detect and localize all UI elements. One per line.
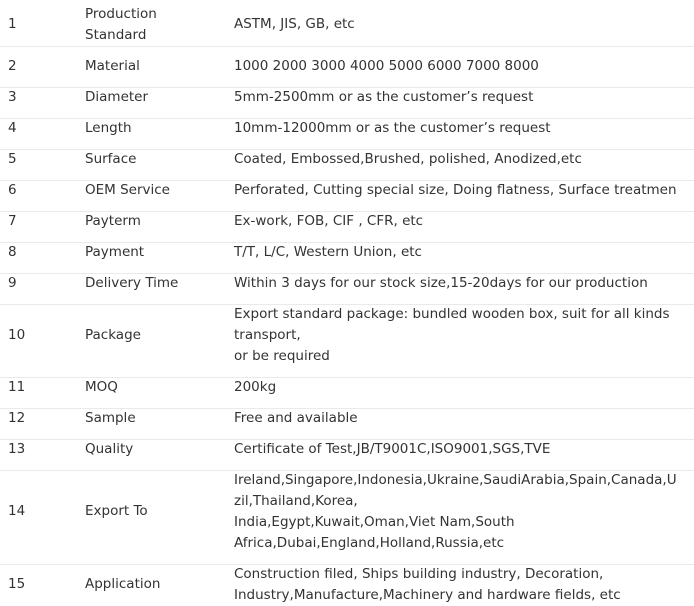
row-label: Material [85,58,140,74]
table-row: 1 Production Standard ASTM, JIS, GB, etc [0,4,694,47]
row-number: 12 [8,410,26,426]
table-row: 13 Quality Certificate of Test,JB/T9001C… [0,439,694,471]
row-value: T/T, L/C, Western Union, etc [234,244,422,260]
table-row: 14 Export To Ireland,Singapore,Indonesia… [0,470,694,565]
table-row: 2 Material 1000 2000 3000 4000 5000 6000… [0,56,694,88]
row-value: Perforated, Cutting special size, Doing … [234,182,677,198]
row-label: Surface [85,151,137,167]
row-label: Application [85,576,161,592]
row-number: 2 [8,58,17,74]
row-number: 8 [8,244,17,260]
table-row: 6 OEM Service Perforated, Cutting specia… [0,180,694,212]
table-row: 11 MOQ 200kg [0,377,694,409]
row-label: Export To [85,503,148,519]
row-value: Construction filed, Ships building indus… [234,566,621,603]
table-row: 4 Length 10mm-12000mm or as the customer… [0,118,694,150]
row-value: Certificate of Test,JB/T9001C,ISO9001,SG… [234,441,551,457]
row-value: 10mm-12000mm or as the customer’s reques… [234,120,551,136]
row-value: Free and available [234,410,358,426]
row-value: Within 3 days for our stock size,15-20da… [234,275,648,291]
row-number: 7 [8,213,17,229]
row-value: ASTM, JIS, GB, etc [234,16,355,32]
row-label: Payterm [85,213,141,229]
row-value: Export standard package: bundled wooden … [234,306,670,364]
row-number: 10 [8,327,26,343]
row-value: 200kg [234,379,277,395]
row-label: Production Standard [85,6,157,43]
table-row: 5 Surface Coated, Embossed,Brushed, poli… [0,149,694,181]
table-row: 10 Package Export standard package: bund… [0,304,694,378]
row-value: 5mm-2500mm or as the customer’s request [234,89,534,105]
row-number: 14 [8,503,26,519]
row-label: Delivery Time [85,275,179,291]
row-label: OEM Service [85,182,170,198]
row-number: 5 [8,151,17,167]
row-value: Ex-work, FOB, CIF , CFR, etc [234,213,424,229]
row-label: Quality [85,441,134,457]
table-row: 8 Payment T/T, L/C, Western Union, etc [0,242,694,274]
row-number: 15 [8,576,26,592]
row-number: 3 [8,89,17,105]
table-row: 9 Delivery Time Within 3 days for our st… [0,273,694,305]
table-row: 7 Payterm Ex-work, FOB, CIF , CFR, etc [0,211,694,243]
row-number: 4 [8,120,17,136]
row-label: MOQ [85,379,118,395]
row-number: 13 [8,441,26,457]
row-label: Length [85,120,132,136]
row-value: 1000 2000 3000 4000 5000 6000 7000 8000 [234,58,539,74]
row-label: Diameter [85,89,149,105]
row-label: Payment [85,244,145,260]
table-row: 15 Application Construction filed, Ships… [0,564,694,603]
row-number: 9 [8,275,17,291]
row-label: Sample [85,410,136,426]
row-number: 11 [8,379,26,395]
table-row: 3 Diameter 5mm-2500mm or as the customer… [0,87,694,119]
row-label: Package [85,327,141,343]
table-row: 12 Sample Free and available [0,408,694,440]
row-number: 6 [8,182,17,198]
row-number: 1 [8,16,17,32]
row-value: Coated, Embossed,Brushed, polished, Anod… [234,151,582,167]
row-value: Ireland,Singapore,Indonesia,Ukraine,Saud… [234,472,677,551]
